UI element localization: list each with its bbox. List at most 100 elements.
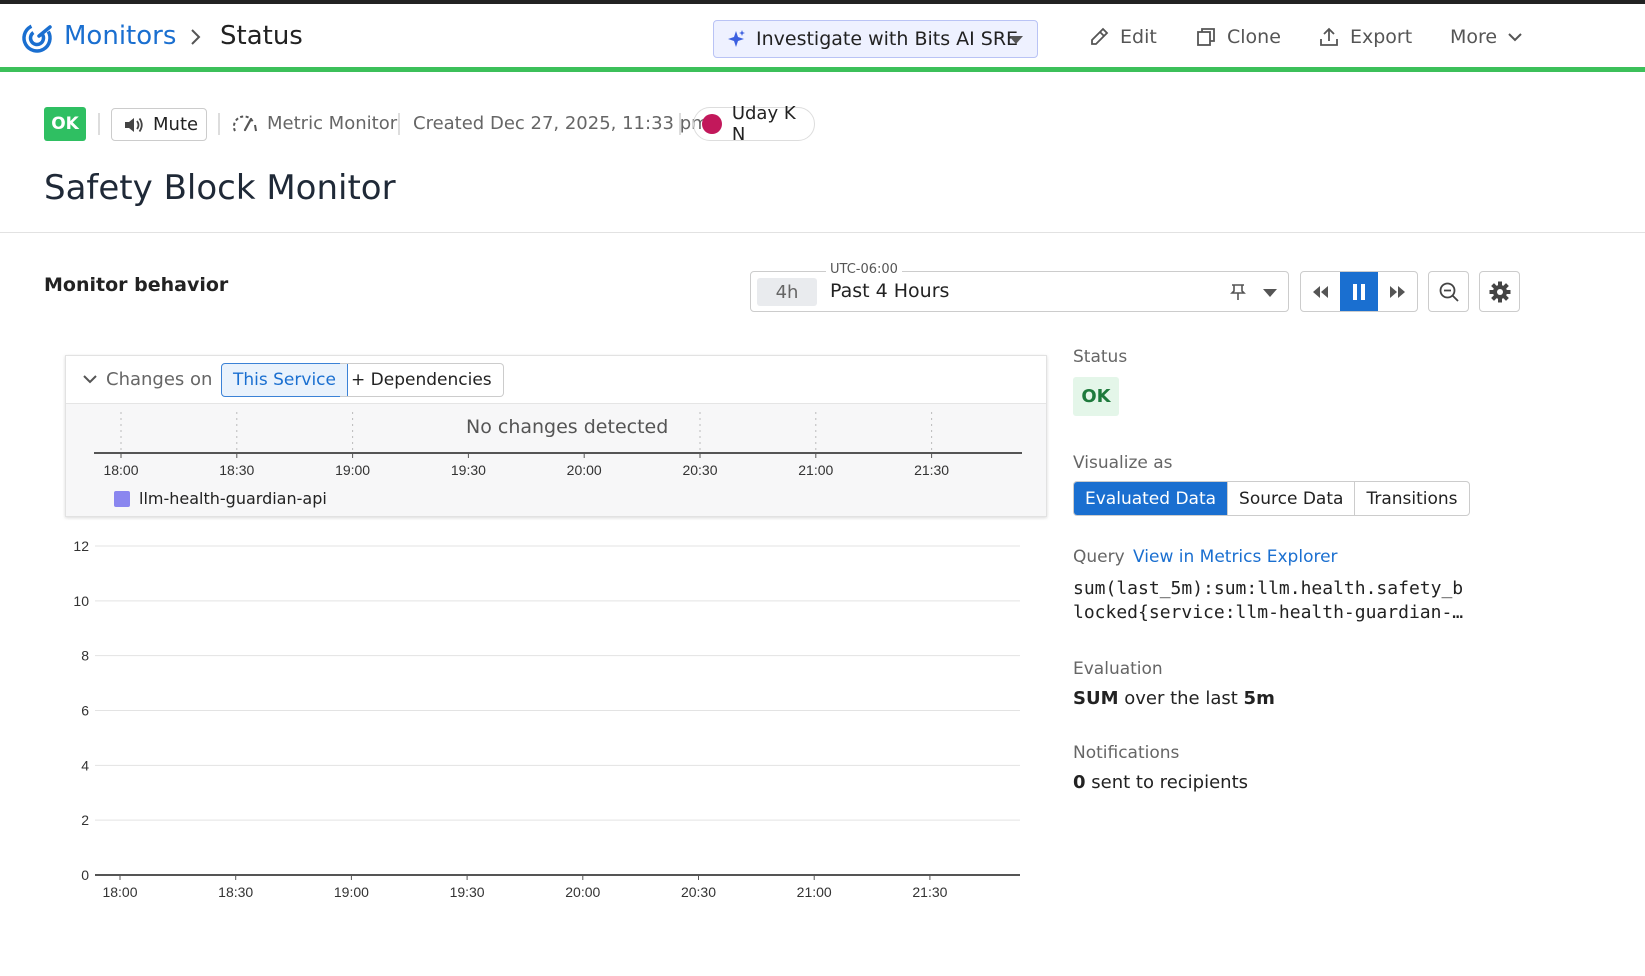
query-text: sum(last_5m):sum:llm.health.safety_block… bbox=[1073, 578, 1464, 623]
page-title: Safety Block Monitor bbox=[44, 168, 396, 208]
timezone-label: UTC-06:00 bbox=[826, 262, 902, 277]
x-tick-label: 19:30 bbox=[450, 884, 485, 900]
zoom-out-icon bbox=[1439, 282, 1459, 302]
x-tick-label: 19:30 bbox=[451, 462, 486, 478]
legend-item[interactable]: llm-health-guardian-api bbox=[114, 489, 327, 508]
pause-icon bbox=[1353, 283, 1365, 300]
chevron-right-icon bbox=[191, 29, 201, 45]
rewind-icon bbox=[1313, 285, 1329, 298]
divider bbox=[218, 113, 220, 135]
owner-name: Uday K N bbox=[731, 103, 796, 145]
visualize-label: Visualize as bbox=[1073, 453, 1173, 473]
legend-swatch bbox=[114, 490, 130, 507]
x-tick-label: 21:30 bbox=[914, 462, 949, 478]
x-tick-label: 21:00 bbox=[798, 462, 833, 478]
pause-button[interactable] bbox=[1339, 272, 1379, 311]
y-tick-label: 4 bbox=[81, 757, 89, 773]
y-tick-label: 12 bbox=[73, 538, 89, 554]
avatar bbox=[702, 114, 722, 134]
evaluation-label: Evaluation bbox=[1073, 659, 1163, 679]
upload-icon bbox=[1320, 27, 1338, 46]
gear-icon bbox=[1489, 281, 1510, 302]
x-tick-label: 21:00 bbox=[797, 884, 832, 900]
divider bbox=[679, 113, 681, 135]
this-service-toggle[interactable]: This Service bbox=[221, 363, 348, 397]
metrics-explorer-link[interactable]: View in Metrics Explorer bbox=[1133, 547, 1338, 567]
changes-panel: Changes on This Service + Dependencies 1… bbox=[65, 355, 1047, 517]
pencil-icon bbox=[1091, 27, 1109, 45]
no-changes-text: No changes detected bbox=[466, 416, 669, 438]
transitions-option[interactable]: Transitions bbox=[1354, 482, 1468, 515]
x-tick-label: 18:30 bbox=[219, 462, 254, 478]
divider bbox=[98, 113, 100, 135]
edit-button[interactable]: Edit bbox=[1088, 26, 1157, 48]
fast-forward-button[interactable] bbox=[1378, 272, 1417, 311]
created-date: Created Dec 27, 2025, 11:33 pm bbox=[413, 113, 709, 134]
notifications-label: Notifications bbox=[1073, 743, 1180, 763]
chevron-down-icon[interactable] bbox=[82, 373, 98, 385]
changes-timeline: 18:00 18:30 19:00 19:30 20:00 20:30 21:00 21:30… bbox=[66, 404, 1046, 516]
x-tick-label: 18:00 bbox=[102, 884, 137, 900]
status-value-badge: OK bbox=[1073, 377, 1119, 416]
rewind-button[interactable] bbox=[1301, 272, 1340, 311]
y-tick-label: 8 bbox=[81, 648, 89, 664]
speaker-icon bbox=[125, 117, 143, 132]
y-tick-label: 0 bbox=[81, 867, 89, 883]
clone-label: Clone bbox=[1227, 26, 1281, 48]
dependencies-toggle[interactable]: + Dependencies bbox=[340, 363, 504, 397]
y-tick-label: 2 bbox=[81, 812, 89, 828]
evaluation-mid: over the last bbox=[1118, 688, 1244, 709]
playback-controls bbox=[1300, 271, 1418, 312]
time-range-chip: 4h bbox=[757, 278, 817, 306]
status-color-bar bbox=[0, 67, 1645, 72]
export-label: Export bbox=[1350, 26, 1413, 48]
x-tick-label: 20:00 bbox=[565, 884, 600, 900]
owner-chip[interactable]: Uday K N bbox=[693, 103, 815, 145]
x-tick-label: 20:30 bbox=[681, 884, 716, 900]
caret-down-icon[interactable] bbox=[1009, 36, 1023, 44]
notifications-count: 0 bbox=[1073, 772, 1086, 793]
x-tick-label: 21:30 bbox=[912, 884, 947, 900]
notifications-value: 0 sent to recipients bbox=[1073, 772, 1248, 793]
mute-button[interactable]: Mute bbox=[111, 108, 207, 141]
evaluation-agg: SUM bbox=[1073, 688, 1119, 709]
gauge-icon bbox=[232, 115, 257, 132]
edit-label: Edit bbox=[1120, 26, 1157, 48]
sparkle-icon bbox=[728, 30, 745, 47]
investigate-bits-label: Investigate with Bits AI SRE bbox=[756, 28, 1019, 50]
x-tick-label: 18:30 bbox=[218, 884, 253, 900]
x-tick-label: 20:30 bbox=[682, 462, 717, 478]
notifications-text: sent to recipients bbox=[1085, 772, 1249, 793]
evaluation-window: 5m bbox=[1243, 688, 1275, 709]
investigate-bits-button[interactable]: Investigate with Bits AI SRE bbox=[713, 20, 1038, 58]
more-button[interactable]: More bbox=[1450, 26, 1533, 48]
more-label: More bbox=[1450, 26, 1498, 48]
query-label: Query bbox=[1073, 547, 1125, 567]
source-data-option[interactable]: Source Data bbox=[1227, 482, 1354, 515]
monitor-chart: 0 2 4 6 8 10 12 18:00 18:30 19:00 19:30 20:00 20:30 2… bbox=[73, 538, 1020, 900]
export-button[interactable]: Export bbox=[1318, 26, 1412, 48]
x-tick-label: 18:00 bbox=[103, 462, 138, 478]
fast-forward-icon bbox=[1389, 285, 1405, 298]
caret-down-icon[interactable] bbox=[1263, 289, 1277, 297]
settings-button[interactable] bbox=[1479, 271, 1520, 312]
evaluation-value: SUM over the last 5m bbox=[1073, 688, 1275, 709]
time-range-picker[interactable]: 4h Past 4 Hours bbox=[750, 271, 1289, 312]
page-header: Monitors Status Investigate with Bits AI… bbox=[0, 4, 1645, 67]
divider bbox=[398, 113, 400, 135]
chevron-down-icon bbox=[1508, 33, 1522, 42]
section-divider bbox=[0, 232, 1645, 233]
y-tick-label: 10 bbox=[73, 593, 89, 609]
evaluated-data-option[interactable]: Evaluated Data bbox=[1074, 482, 1228, 515]
clone-button[interactable]: Clone bbox=[1195, 26, 1281, 48]
breadcrumb-monitors[interactable]: Monitors bbox=[64, 21, 176, 51]
monitor-meta-row: OK Mute Metric Monitor Created Dec 27, 2… bbox=[44, 103, 844, 145]
changes-title: Changes on bbox=[106, 369, 213, 390]
monitors-logo-icon[interactable] bbox=[20, 21, 54, 55]
pin-icon[interactable] bbox=[1229, 283, 1247, 301]
x-tick-label: 20:00 bbox=[567, 462, 602, 478]
x-tick-label: 19:00 bbox=[335, 462, 370, 478]
monitor-type: Metric Monitor bbox=[267, 113, 398, 134]
legend-label: llm-health-guardian-api bbox=[139, 489, 327, 508]
zoom-out-button[interactable] bbox=[1428, 271, 1469, 312]
